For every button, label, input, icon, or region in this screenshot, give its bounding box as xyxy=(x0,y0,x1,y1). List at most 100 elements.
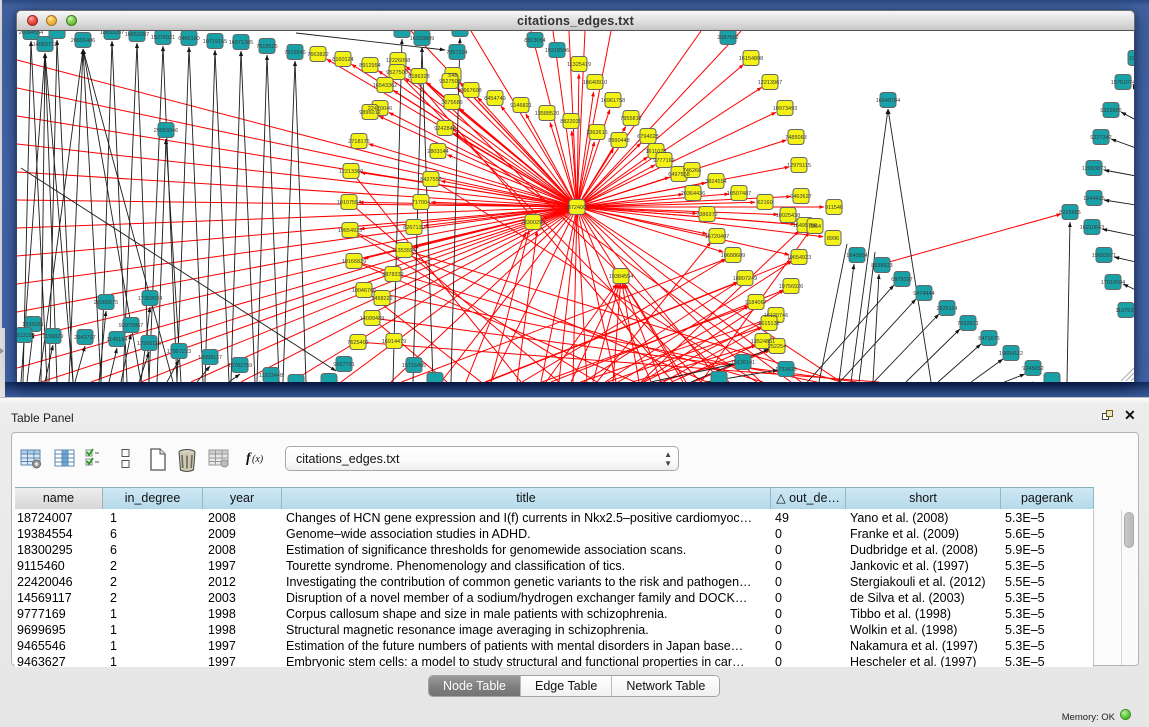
svg-text:16914479: 16914479 xyxy=(382,339,406,345)
svg-text:3824554: 3824554 xyxy=(705,179,726,185)
svg-text:16648784: 16648784 xyxy=(876,98,900,104)
svg-text:12093873: 12093873 xyxy=(1082,166,1106,172)
svg-text:11923448: 11923448 xyxy=(259,373,283,379)
svg-text:7632621: 7632621 xyxy=(957,321,978,327)
svg-text:8267130: 8267130 xyxy=(403,225,424,231)
svg-text:1362615: 1362615 xyxy=(586,130,607,136)
svg-text:1167533: 1167533 xyxy=(1115,308,1135,314)
svg-text:1498222: 1498222 xyxy=(371,296,392,302)
svg-text:15751074: 15751074 xyxy=(1111,80,1135,86)
svg-text:9245652: 9245652 xyxy=(1022,366,1043,372)
svg-text:15716485: 15716485 xyxy=(402,363,426,369)
svg-text:8813054: 8813054 xyxy=(524,38,545,44)
svg-text:7515546: 7515546 xyxy=(284,50,305,56)
svg-text:6879197: 6879197 xyxy=(891,277,912,283)
svg-text:17359924: 17359924 xyxy=(138,296,162,302)
svg-text:10025438: 10025438 xyxy=(776,213,800,219)
svg-text:2942737: 2942737 xyxy=(74,335,95,341)
svg-text:28300293: 28300293 xyxy=(521,220,545,226)
svg-text:19756926: 19756926 xyxy=(779,284,803,290)
svg-text:717004: 717004 xyxy=(412,200,430,206)
svg-text:19384554: 19384554 xyxy=(609,274,633,280)
svg-text:20691406: 20691406 xyxy=(71,38,95,44)
svg-text:16210643: 16210643 xyxy=(1080,225,1104,231)
svg-text:12213967: 12213967 xyxy=(758,80,782,86)
svg-text:10507487: 10507487 xyxy=(727,191,751,197)
svg-text:10973493: 10973493 xyxy=(773,106,797,112)
svg-text:12213369: 12213369 xyxy=(339,169,363,175)
svg-text:8964: 8964 xyxy=(809,224,821,230)
svg-text:746266: 746266 xyxy=(683,168,701,174)
svg-text:8822035: 8822035 xyxy=(560,119,581,125)
svg-text:15276021: 15276021 xyxy=(151,35,175,41)
svg-text:8215955: 8215955 xyxy=(1059,210,1080,216)
svg-text:12905115: 12905115 xyxy=(137,341,161,347)
svg-text:10719155: 10719155 xyxy=(203,39,227,45)
svg-text:9184067: 9184067 xyxy=(745,300,766,306)
svg-text:2087682: 2087682 xyxy=(717,35,738,41)
svg-text:10654112: 10654112 xyxy=(999,351,1023,357)
svg-text:14099489: 14099489 xyxy=(360,316,384,322)
svg-text:8990448: 8990448 xyxy=(608,138,629,144)
svg-text:29053346: 29053346 xyxy=(154,128,178,134)
svg-text:9463627: 9463627 xyxy=(790,194,811,200)
svg-text:18807249: 18807249 xyxy=(733,276,757,282)
svg-text:8996: 8996 xyxy=(827,236,839,242)
svg-text:18653287: 18653287 xyxy=(100,31,124,36)
svg-text:14055712: 14055712 xyxy=(33,42,57,48)
svg-text:18640910: 18640910 xyxy=(583,80,607,86)
svg-text:8912954: 8912954 xyxy=(359,63,380,69)
svg-text:7515526: 7515526 xyxy=(256,44,277,50)
svg-text:19218506: 19218506 xyxy=(545,48,569,54)
svg-text:9896012: 9896012 xyxy=(359,110,380,116)
svg-text:10046766: 10046766 xyxy=(352,288,376,294)
svg-text:7955812: 7955812 xyxy=(620,116,641,122)
svg-text:9657791: 9657791 xyxy=(333,362,354,368)
svg-text:9146821: 9146821 xyxy=(510,103,531,109)
svg-text:93975867: 93975867 xyxy=(119,323,143,329)
svg-text:16033809: 16033809 xyxy=(410,36,434,42)
svg-text:10107554: 10107554 xyxy=(337,200,361,206)
svg-text:8427552: 8427552 xyxy=(420,177,441,183)
svg-text:7663822: 7663822 xyxy=(307,52,328,58)
svg-text:252254: 252254 xyxy=(768,344,786,350)
svg-text:12975115: 12975115 xyxy=(787,163,811,169)
svg-text:10853287: 10853287 xyxy=(125,32,149,38)
svg-text:9242848: 9242848 xyxy=(434,126,455,132)
svg-text:6794028: 6794028 xyxy=(637,134,658,140)
svg-text:12226058: 12226058 xyxy=(386,58,410,64)
svg-text:8454749: 8454749 xyxy=(484,96,505,102)
svg-text:15692971: 15692971 xyxy=(1092,253,1116,259)
svg-text:1244415: 1244415 xyxy=(1083,196,1104,202)
svg-text:10958117: 10958117 xyxy=(198,355,222,361)
svg-text:1145194: 1145194 xyxy=(106,337,127,343)
svg-text:10688609: 10688609 xyxy=(721,253,745,259)
svg-text:16120746: 16120746 xyxy=(764,313,788,319)
svg-text:62160: 62160 xyxy=(757,200,772,206)
svg-text:9329906: 9329906 xyxy=(1100,108,1121,114)
svg-text:19166829: 19166829 xyxy=(342,259,366,265)
svg-text:8878332: 8878332 xyxy=(382,272,403,278)
svg-text:9527508: 9527508 xyxy=(439,79,460,85)
svg-text:19654925: 19654925 xyxy=(338,228,362,234)
svg-text:8471676: 8471676 xyxy=(978,336,999,342)
svg-text:13588520: 13588520 xyxy=(535,111,559,117)
svg-text:9527506: 9527506 xyxy=(386,70,407,76)
svg-text:16671385: 16671385 xyxy=(229,40,253,46)
svg-text:2718176: 2718176 xyxy=(348,139,369,145)
svg-text:11325419: 11325419 xyxy=(567,62,591,68)
svg-text:9474444: 9474444 xyxy=(913,291,934,297)
svg-text:7625402: 7625402 xyxy=(347,340,368,346)
svg-text:20206575: 20206575 xyxy=(94,300,118,306)
svg-text:1611078: 1611078 xyxy=(645,149,666,155)
svg-text:19654923: 19654923 xyxy=(787,255,811,261)
svg-text:20394554: 20394554 xyxy=(19,31,43,36)
svg-text:3913159: 3913159 xyxy=(17,333,35,339)
svg-text:7357224: 7357224 xyxy=(446,50,467,56)
svg-text:7485063: 7485063 xyxy=(785,135,806,141)
svg-text:911546: 911546 xyxy=(825,205,843,211)
svg-text:18724007: 18724007 xyxy=(565,205,589,211)
svg-text:3675685: 3675685 xyxy=(441,100,462,106)
svg-text:8160124: 8160124 xyxy=(332,57,353,63)
svg-text:1640954: 1640954 xyxy=(846,253,867,259)
